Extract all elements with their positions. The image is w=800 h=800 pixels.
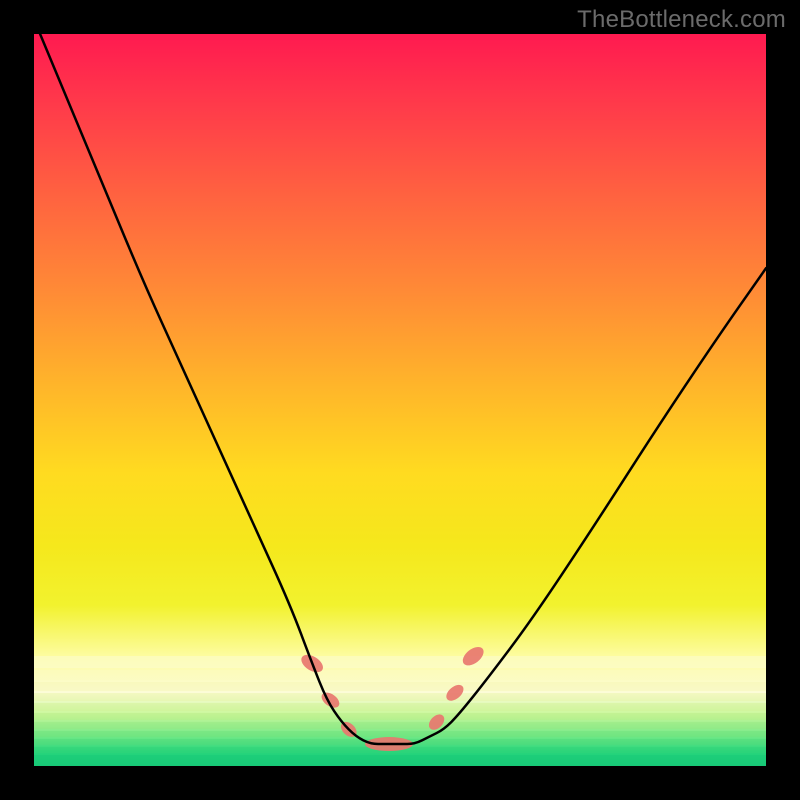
bottleneck-curve (34, 34, 766, 744)
plot-area (34, 34, 766, 766)
chart-svg (34, 34, 766, 766)
marker-right-upper (459, 643, 487, 669)
watermark-text: TheBottleneck.com (577, 6, 786, 34)
chart-frame: TheBottleneck.com (0, 0, 800, 800)
marker-right-mid (443, 682, 466, 704)
